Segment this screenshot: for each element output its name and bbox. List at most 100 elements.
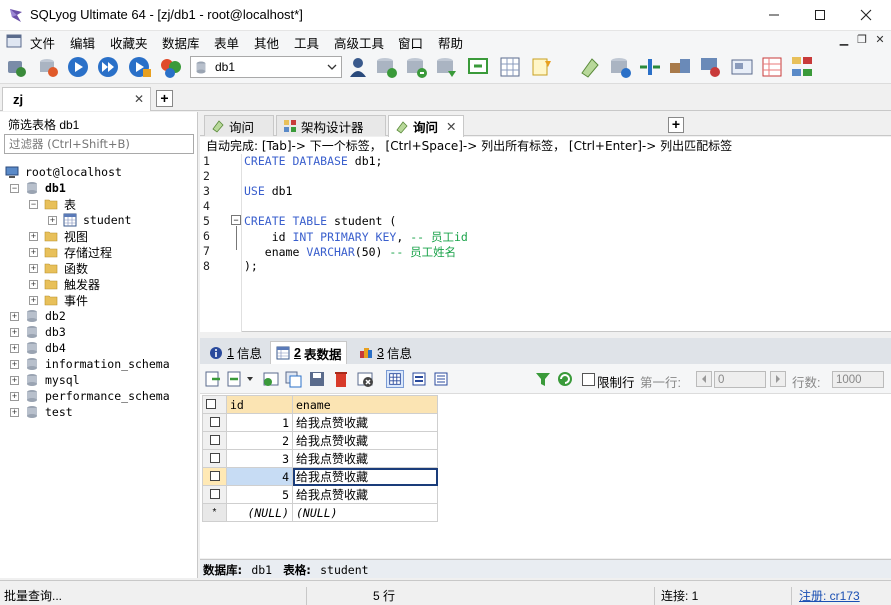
execute-edit-icon[interactable] bbox=[128, 55, 152, 79]
add-row-icon[interactable] bbox=[262, 370, 280, 388]
menu-favorites[interactable]: 收藏夹 bbox=[110, 33, 148, 52]
cell-ename-focused[interactable]: 给我点赞收藏 bbox=[292, 467, 438, 486]
expand-icon[interactable]: + bbox=[10, 375, 19, 385]
select-all-checkbox[interactable] bbox=[202, 395, 227, 414]
menu-file[interactable]: 文件 bbox=[30, 33, 55, 52]
cell-ename[interactable]: 给我点赞收藏 bbox=[292, 485, 438, 504]
tab-query-active[interactable]: 询问 ✕ bbox=[388, 115, 464, 137]
row-checkbox[interactable] bbox=[202, 449, 227, 468]
table-grid-icon[interactable] bbox=[498, 55, 522, 79]
query-builder-icon[interactable] bbox=[608, 55, 632, 79]
chevron-down-icon[interactable] bbox=[246, 375, 254, 383]
data-sync-icon[interactable] bbox=[668, 55, 692, 79]
mdi-restore-icon[interactable]: ❐ bbox=[855, 33, 869, 47]
menu-help[interactable]: 帮助 bbox=[438, 33, 463, 52]
expand-icon[interactable]: + bbox=[10, 407, 19, 417]
refresh-icon[interactable] bbox=[556, 370, 574, 388]
menu-window[interactable]: 窗口 bbox=[398, 33, 423, 52]
menu-advanced-tools[interactable]: 高级工具 bbox=[334, 33, 384, 52]
execute-all-icon[interactable] bbox=[96, 55, 120, 79]
backup-database-icon[interactable] bbox=[404, 55, 428, 79]
expand-icon[interactable]: + bbox=[29, 295, 38, 305]
minimize-button[interactable] bbox=[751, 0, 797, 30]
cell-id[interactable]: 4 bbox=[226, 467, 293, 486]
scheduled-backup-icon[interactable] bbox=[760, 55, 784, 79]
expand-icon[interactable]: + bbox=[29, 231, 38, 241]
create-database-icon[interactable] bbox=[374, 55, 398, 79]
mdi-minimize-icon[interactable]: ▁ bbox=[837, 33, 851, 47]
import-icon[interactable] bbox=[466, 55, 490, 79]
menu-edit[interactable]: 编辑 bbox=[70, 33, 95, 52]
next-page-button[interactable] bbox=[770, 371, 786, 387]
filter-input[interactable] bbox=[4, 134, 194, 154]
connect-icon[interactable] bbox=[36, 55, 60, 79]
sql-editor[interactable]: 1 2 3 4 5 6 7 8 − CREATE DATABASE db1; U… bbox=[200, 154, 891, 332]
table-row[interactable]: 2 给我点赞收藏 bbox=[202, 431, 438, 450]
row-count-input[interactable] bbox=[832, 371, 884, 388]
expand-icon[interactable]: + bbox=[10, 343, 19, 353]
expand-icon[interactable]: + bbox=[29, 263, 38, 273]
tab-messages-3[interactable]: 3 信息 bbox=[354, 341, 417, 364]
new-row[interactable]: * (NULL) (NULL) bbox=[202, 503, 438, 522]
collapse-icon[interactable]: − bbox=[29, 199, 38, 209]
tree-folder-functions[interactable]: + 函数 bbox=[29, 260, 88, 276]
expand-icon[interactable]: + bbox=[10, 327, 19, 337]
tree-item-mysql[interactable]: + mysql bbox=[10, 372, 80, 388]
column-header-id[interactable]: id bbox=[226, 395, 293, 414]
connection-tab[interactable]: zj ✕ bbox=[2, 87, 151, 111]
row-checkbox[interactable] bbox=[202, 467, 227, 486]
tree-item-db2[interactable]: + db2 bbox=[10, 308, 66, 324]
new-query-tab-button[interactable]: + bbox=[668, 117, 684, 133]
schema-sync-icon[interactable] bbox=[530, 55, 554, 79]
tab-schema-designer[interactable]: 架构设计器 bbox=[276, 115, 386, 136]
new-connection-tab-button[interactable]: + bbox=[156, 90, 173, 107]
row-checkbox[interactable] bbox=[202, 413, 227, 432]
expand-icon[interactable]: + bbox=[10, 311, 19, 321]
menu-table[interactable]: 表单 bbox=[214, 33, 239, 52]
cell-id[interactable]: 1 bbox=[226, 413, 293, 432]
table-row[interactable]: 1 给我点赞收藏 bbox=[202, 413, 438, 432]
table-row[interactable]: 3 给我点赞收藏 bbox=[202, 449, 438, 468]
form-view-icon[interactable] bbox=[410, 370, 428, 388]
expand-icon[interactable]: + bbox=[10, 359, 19, 369]
menu-database[interactable]: 数据库 bbox=[162, 33, 200, 52]
expand-icon[interactable]: + bbox=[29, 279, 38, 289]
close-window-button[interactable] bbox=[843, 0, 889, 30]
close-icon[interactable]: ✕ bbox=[446, 119, 456, 134]
menu-other[interactable]: 其他 bbox=[254, 33, 279, 52]
cell-id[interactable]: 2 bbox=[226, 431, 293, 450]
maximize-button[interactable] bbox=[797, 0, 843, 30]
cell-id[interactable]: 5 bbox=[226, 485, 293, 504]
tree-item-db3[interactable]: + db3 bbox=[10, 324, 66, 340]
mdi-document-icon[interactable] bbox=[6, 34, 22, 48]
cell-ename-null[interactable]: (NULL) bbox=[292, 503, 438, 522]
migration-icon[interactable] bbox=[698, 55, 722, 79]
tree-folder-triggers[interactable]: + 触发器 bbox=[29, 276, 100, 292]
sql-formatter-icon[interactable] bbox=[578, 55, 602, 79]
tree-item-information-schema[interactable]: + information_schema bbox=[10, 356, 170, 372]
export-icon[interactable] bbox=[204, 370, 222, 388]
tree-folder-views[interactable]: + 视图 bbox=[29, 228, 88, 244]
previous-page-button[interactable] bbox=[696, 371, 712, 387]
table-row[interactable]: 5 给我点赞收藏 bbox=[202, 485, 438, 504]
expand-icon[interactable]: + bbox=[29, 247, 38, 257]
cell-id[interactable]: 3 bbox=[226, 449, 293, 468]
save-icon[interactable] bbox=[308, 370, 326, 388]
new-connection-icon[interactable] bbox=[4, 55, 28, 79]
text-view-icon[interactable] bbox=[432, 370, 450, 388]
cell-ename[interactable]: 给我点赞收藏 bbox=[292, 449, 438, 468]
grid-view-icon[interactable] bbox=[386, 370, 404, 388]
duplicate-row-icon[interactable] bbox=[284, 370, 302, 388]
tree-folder-events[interactable]: + 事件 bbox=[29, 292, 88, 308]
cell-ename[interactable]: 给我点赞收藏 bbox=[292, 413, 438, 432]
tree-item-test[interactable]: + test bbox=[10, 404, 73, 420]
tree-root-connection[interactable]: root@localhost bbox=[5, 164, 122, 180]
tree-item-performance-schema[interactable]: + performance_schema bbox=[10, 388, 170, 404]
schema-compare-icon[interactable] bbox=[638, 55, 662, 79]
row-checkbox[interactable] bbox=[202, 431, 227, 450]
database-select[interactable]: db1 bbox=[190, 56, 342, 78]
table-row-selected[interactable]: 4 给我点赞收藏 bbox=[202, 467, 438, 486]
tab-messages-1[interactable]: 1 信息 bbox=[204, 341, 267, 364]
filter-icon[interactable] bbox=[534, 370, 552, 388]
delete-row-icon[interactable] bbox=[332, 370, 350, 388]
